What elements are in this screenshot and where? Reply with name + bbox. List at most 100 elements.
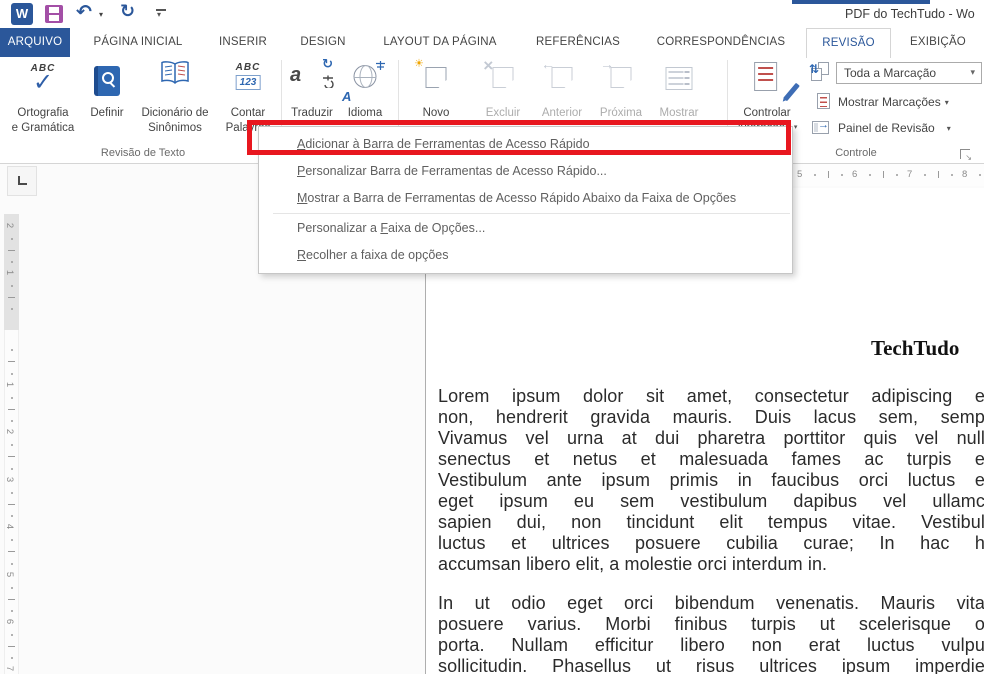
definir-button[interactable]: Definir — [83, 60, 131, 144]
language-icon — [340, 60, 390, 106]
menu-item-adicionar-a-barra-de-ferramentas-de-aces[interactable]: Adicionar à Barra de Ferramentas de Aces… — [259, 131, 792, 158]
ruler-number: 2 — [4, 428, 16, 435]
tab-inserir[interactable]: INSERIR — [204, 28, 282, 57]
ruler-tick — [10, 284, 13, 287]
menu-item-personalizar-barra-de-ferramentas-de-ace[interactable]: Personalizar Barra de Ferramentas de Ace… — [259, 158, 792, 185]
menu-separator — [273, 213, 790, 214]
show-markup-button[interactable]: Mostrar Marcações — [838, 95, 949, 109]
ortografia-e-gramatica-button[interactable]: Ortografia e Gramática — [6, 60, 80, 144]
ruler-tick — [896, 174, 899, 176]
ruler-number: 3 — [4, 476, 16, 483]
ruler-number: 7 — [4, 665, 16, 672]
vertical-ruler[interactable]: 2 1 1 2 3 4 5 6 7 — [4, 214, 19, 674]
ribbon-context-menu: Adicionar à Barra de Ferramentas de Aces… — [258, 126, 793, 274]
text-line: senectus et netus et malesuada fames ac … — [438, 449, 984, 469]
ruler-tick — [10, 491, 13, 494]
button-label: Dicionário de — [141, 107, 209, 119]
ruler-tick — [10, 396, 13, 399]
tab-correspondencias[interactable]: CORRESPONDÊNCIAS — [642, 28, 800, 57]
ruler-number: 1 — [4, 381, 16, 388]
ruler-tick — [10, 468, 13, 470]
text-line: In ut odio eget orci bibendum venenatis.… — [438, 593, 984, 613]
title-bar-blue-strip — [792, 0, 930, 4]
ruler-tick — [868, 174, 871, 176]
group-label-controle: Controle — [835, 147, 877, 159]
word-count-icon — [219, 60, 277, 106]
ruler-tick — [10, 539, 13, 541]
ruler-number: 6 — [852, 169, 858, 180]
ruler-number: 1 — [4, 269, 16, 276]
ruler-tick — [8, 456, 15, 457]
tab-revisao[interactable]: REVISÃO — [806, 28, 891, 58]
tab-pagina-inicial[interactable]: PÁGINA INICIAL — [77, 28, 199, 57]
ruler-tick — [10, 349, 13, 351]
tab-design[interactable]: DESIGN — [286, 28, 360, 57]
display-for-review-value: Toda a Marcação — [844, 66, 937, 80]
button-label: Excluir — [485, 107, 521, 119]
dicionario-de-sinonimos-button[interactable]: Dicionário de Sinônimos — [133, 60, 217, 144]
text-line: porta. Nullam efficitur libero non erat … — [438, 635, 984, 655]
text-line: luctus et ultrices posuere cubilia curae… — [438, 533, 984, 553]
button-label: Sinônimos — [148, 121, 202, 134]
paragraph: In ut odio eget orci bibendum venenatis.… — [438, 593, 984, 674]
translate-icon — [285, 60, 339, 106]
button-label: Anterior — [541, 107, 583, 119]
tab-arquivo[interactable]: ARQUIVO — [0, 28, 70, 57]
text-line: eget ipsum eu sem vestibulum dapibus vel… — [438, 491, 984, 511]
ruler-tick — [10, 308, 13, 311]
button-label: e Gramática — [11, 121, 75, 134]
tab-exibicao[interactable]: EXIBIÇÃO — [894, 28, 982, 57]
undo-dropdown-icon[interactable] — [99, 10, 103, 19]
ruler-number: 5 — [4, 571, 16, 578]
ruler-tick — [10, 420, 13, 423]
paragraph: Lorem ipsum dolor sit amet, consectetur … — [438, 386, 984, 575]
text-line: Vestibulum ante ipsum primis in faucibus… — [438, 470, 984, 490]
save-icon — [45, 5, 63, 23]
ruler-tick — [827, 171, 829, 178]
ruler-number: 4 — [4, 523, 16, 530]
ruler-tick — [10, 444, 13, 446]
ruler-tick — [10, 373, 13, 375]
tab-stop-selector[interactable] — [7, 166, 37, 196]
customize-quick-access-toolbar-button[interactable] — [150, 3, 172, 25]
undo-button[interactable] — [74, 1, 96, 25]
reviewing-pane-button[interactable]: Painel de Revisão — [838, 121, 951, 135]
next-comment-icon — [592, 60, 650, 106]
ruler-tick — [841, 174, 844, 176]
ruler-tick — [10, 563, 13, 565]
ruler-tick — [10, 657, 13, 660]
text-line: Vivamus vel urna at dui pharetra porttit… — [438, 428, 984, 448]
text-line: posuere varius. Morbi finibus turpis ut … — [438, 614, 984, 634]
menu-item-personalizar-a-faixa-de-opcoes[interactable]: Personalizar a Faixa de Opções... — [259, 215, 792, 242]
ribbon-tab-row: ARQUIVO PÁGINA INICIAL INSERIR DESIGN LAYOUT… — [0, 28, 984, 58]
ruler-tick — [8, 551, 15, 552]
menu-item-mostrar-a-barra-de-ferramentas-de-acesso[interactable]: Mostrar a Barra de Ferramentas de Acesso… — [259, 185, 792, 212]
text-line: Lorem ipsum dolor sit amet, consectetur … — [438, 386, 984, 406]
ruler-number: 8 — [962, 169, 968, 180]
button-label: Controlar — [743, 107, 791, 119]
ruler-tick — [813, 174, 816, 176]
button-label: Ortografia — [17, 107, 69, 119]
previous-comment-icon — [533, 60, 591, 106]
spelling-grammar-icon — [6, 60, 80, 106]
ruler-number: 2 — [4, 222, 16, 229]
tab-layout-da-pagina[interactable]: LAYOUT DA PÁGINA — [365, 28, 515, 57]
ruler-tick — [10, 610, 13, 613]
redo-button[interactable] — [118, 1, 140, 25]
button-label: Próxima — [599, 107, 643, 119]
button-label: Mostrar — [659, 107, 699, 119]
ruler-tick — [8, 645, 15, 647]
display-for-review-combobox[interactable]: Toda a Marcação — [836, 62, 982, 84]
title-bar: PDF do TechTudo - Wo — [0, 0, 984, 28]
ruler-tick — [10, 237, 13, 240]
menu-item-recolher-a-faixa-de-opcoes[interactable]: Recolher a faixa de opções — [259, 242, 792, 269]
document-title: PDF do TechTudo - Wo — [845, 7, 975, 21]
controle-dialog-launcher-icon[interactable] — [960, 149, 972, 162]
button-label: Contar — [230, 107, 266, 119]
display-for-review-icon — [811, 62, 831, 82]
save-button[interactable] — [43, 3, 65, 25]
button-label: Novo — [422, 107, 450, 119]
ruler-tick — [8, 249, 15, 251]
ruler-tick — [10, 633, 13, 636]
tab-referencias[interactable]: REFERÊNCIAS — [522, 28, 634, 57]
